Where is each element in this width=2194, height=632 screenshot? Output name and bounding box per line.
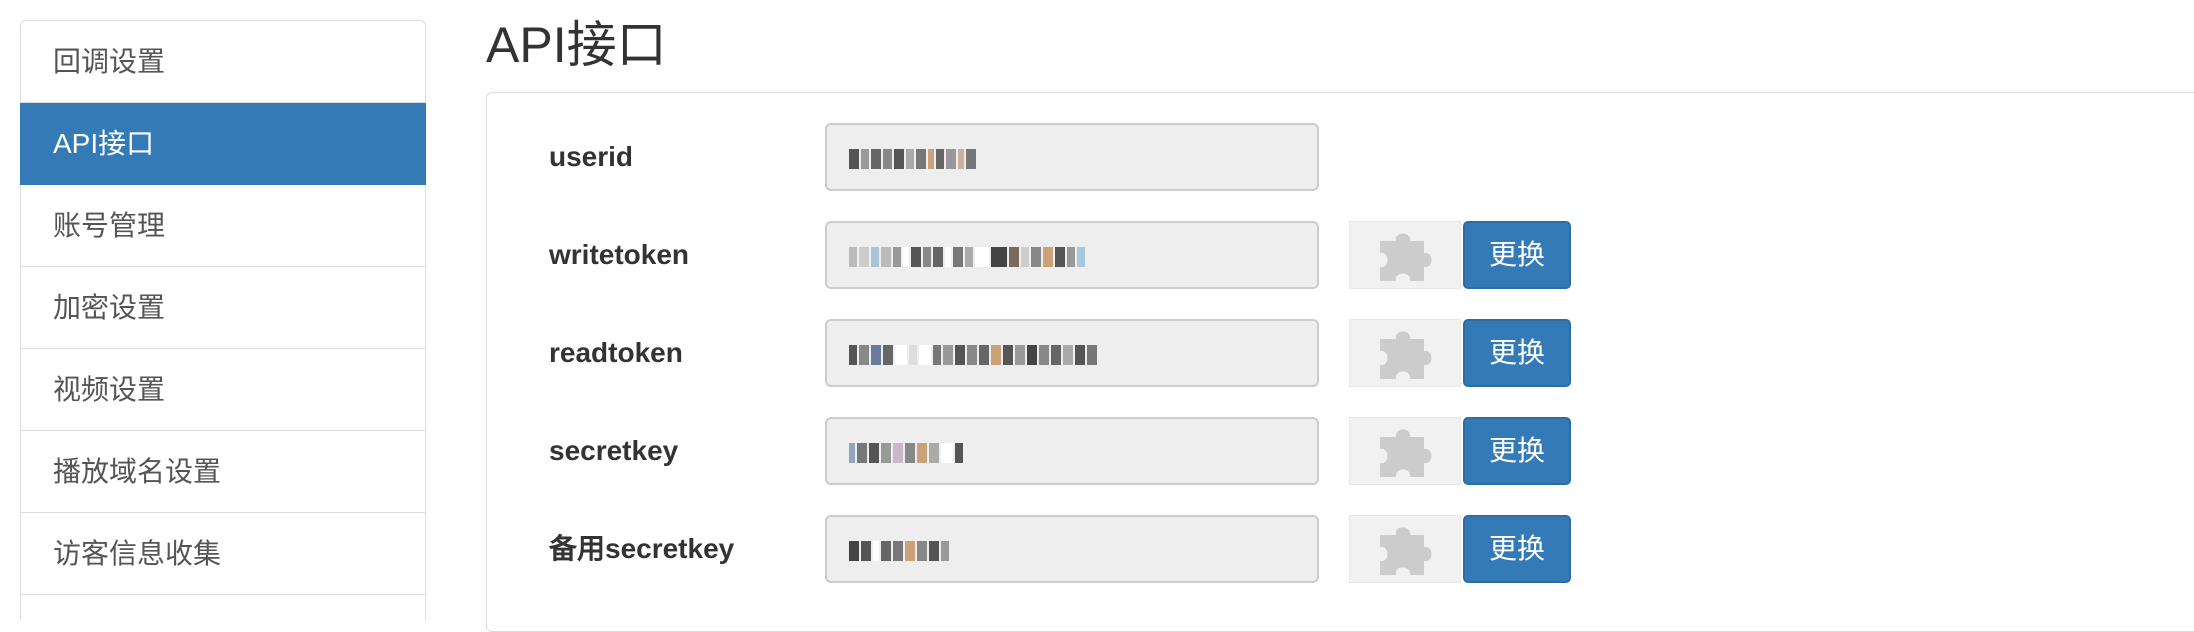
form-row-backup-secretkey: 备用secretkey 更换 <box>487 515 2194 585</box>
field-label-userid: userid <box>549 141 634 172</box>
sidebar-item-account-management[interactable]: 账号管理 <box>21 185 425 267</box>
sidebar-item-callback-settings[interactable]: 回调设置 <box>21 21 425 103</box>
plugin-placeholder[interactable] <box>1349 417 1461 485</box>
sidebar-item-visitor-info[interactable]: 访客信息收集 <box>21 513 425 595</box>
page-title: API接口 <box>486 17 667 73</box>
sidebar-item-video-settings[interactable]: 视频设置 <box>21 349 425 431</box>
userid-field[interactable] <box>825 123 1319 191</box>
readtoken-field[interactable] <box>825 319 1319 387</box>
sidebar-nav: 回调设置 API接口 账号管理 加密设置 视频设置 播放域名设置 访客信息收集 <box>20 20 426 620</box>
form-row-writetoken: writetoken 更换 <box>487 221 2194 291</box>
form-row-secretkey: secretkey 更换 <box>487 417 2194 487</box>
sidebar-item-playback-domain[interactable]: 播放域名设置 <box>21 431 425 513</box>
field-label-backup-secretkey: 备用secretkey <box>549 533 735 564</box>
sidebar-item-api[interactable]: API接口 <box>20 103 426 185</box>
masked-value <box>849 247 1085 267</box>
field-label-readtoken: readtoken <box>549 337 683 368</box>
form-row-userid: userid <box>487 123 2194 193</box>
masked-value <box>849 541 949 561</box>
masked-value <box>849 149 976 169</box>
masked-value <box>849 443 963 463</box>
plugin-placeholder[interactable] <box>1349 221 1461 289</box>
secretkey-field[interactable] <box>825 417 1319 485</box>
change-backup-secretkey-button[interactable]: 更换 <box>1463 515 1571 583</box>
form-row-readtoken: readtoken 更换 <box>487 319 2194 389</box>
masked-value <box>849 345 1097 365</box>
change-secretkey-button[interactable]: 更换 <box>1463 417 1571 485</box>
plugin-placeholder[interactable] <box>1349 515 1461 583</box>
api-form-panel: userid writetoken 更换 readtoken 更换 secret… <box>486 92 2194 632</box>
puzzle-piece-icon <box>1380 233 1432 281</box>
writetoken-field[interactable] <box>825 221 1319 289</box>
field-label-writetoken: writetoken <box>549 239 690 270</box>
change-readtoken-button[interactable]: 更换 <box>1463 319 1571 387</box>
sidebar-item-encryption-settings[interactable]: 加密设置 <box>21 267 425 349</box>
change-writetoken-button[interactable]: 更换 <box>1463 221 1571 289</box>
field-label-secretkey: secretkey <box>549 435 679 466</box>
plugin-placeholder[interactable] <box>1349 319 1461 387</box>
backup-secretkey-field[interactable] <box>825 515 1319 583</box>
puzzle-piece-icon <box>1380 527 1432 575</box>
puzzle-piece-icon <box>1380 331 1432 379</box>
puzzle-piece-icon <box>1380 429 1432 477</box>
